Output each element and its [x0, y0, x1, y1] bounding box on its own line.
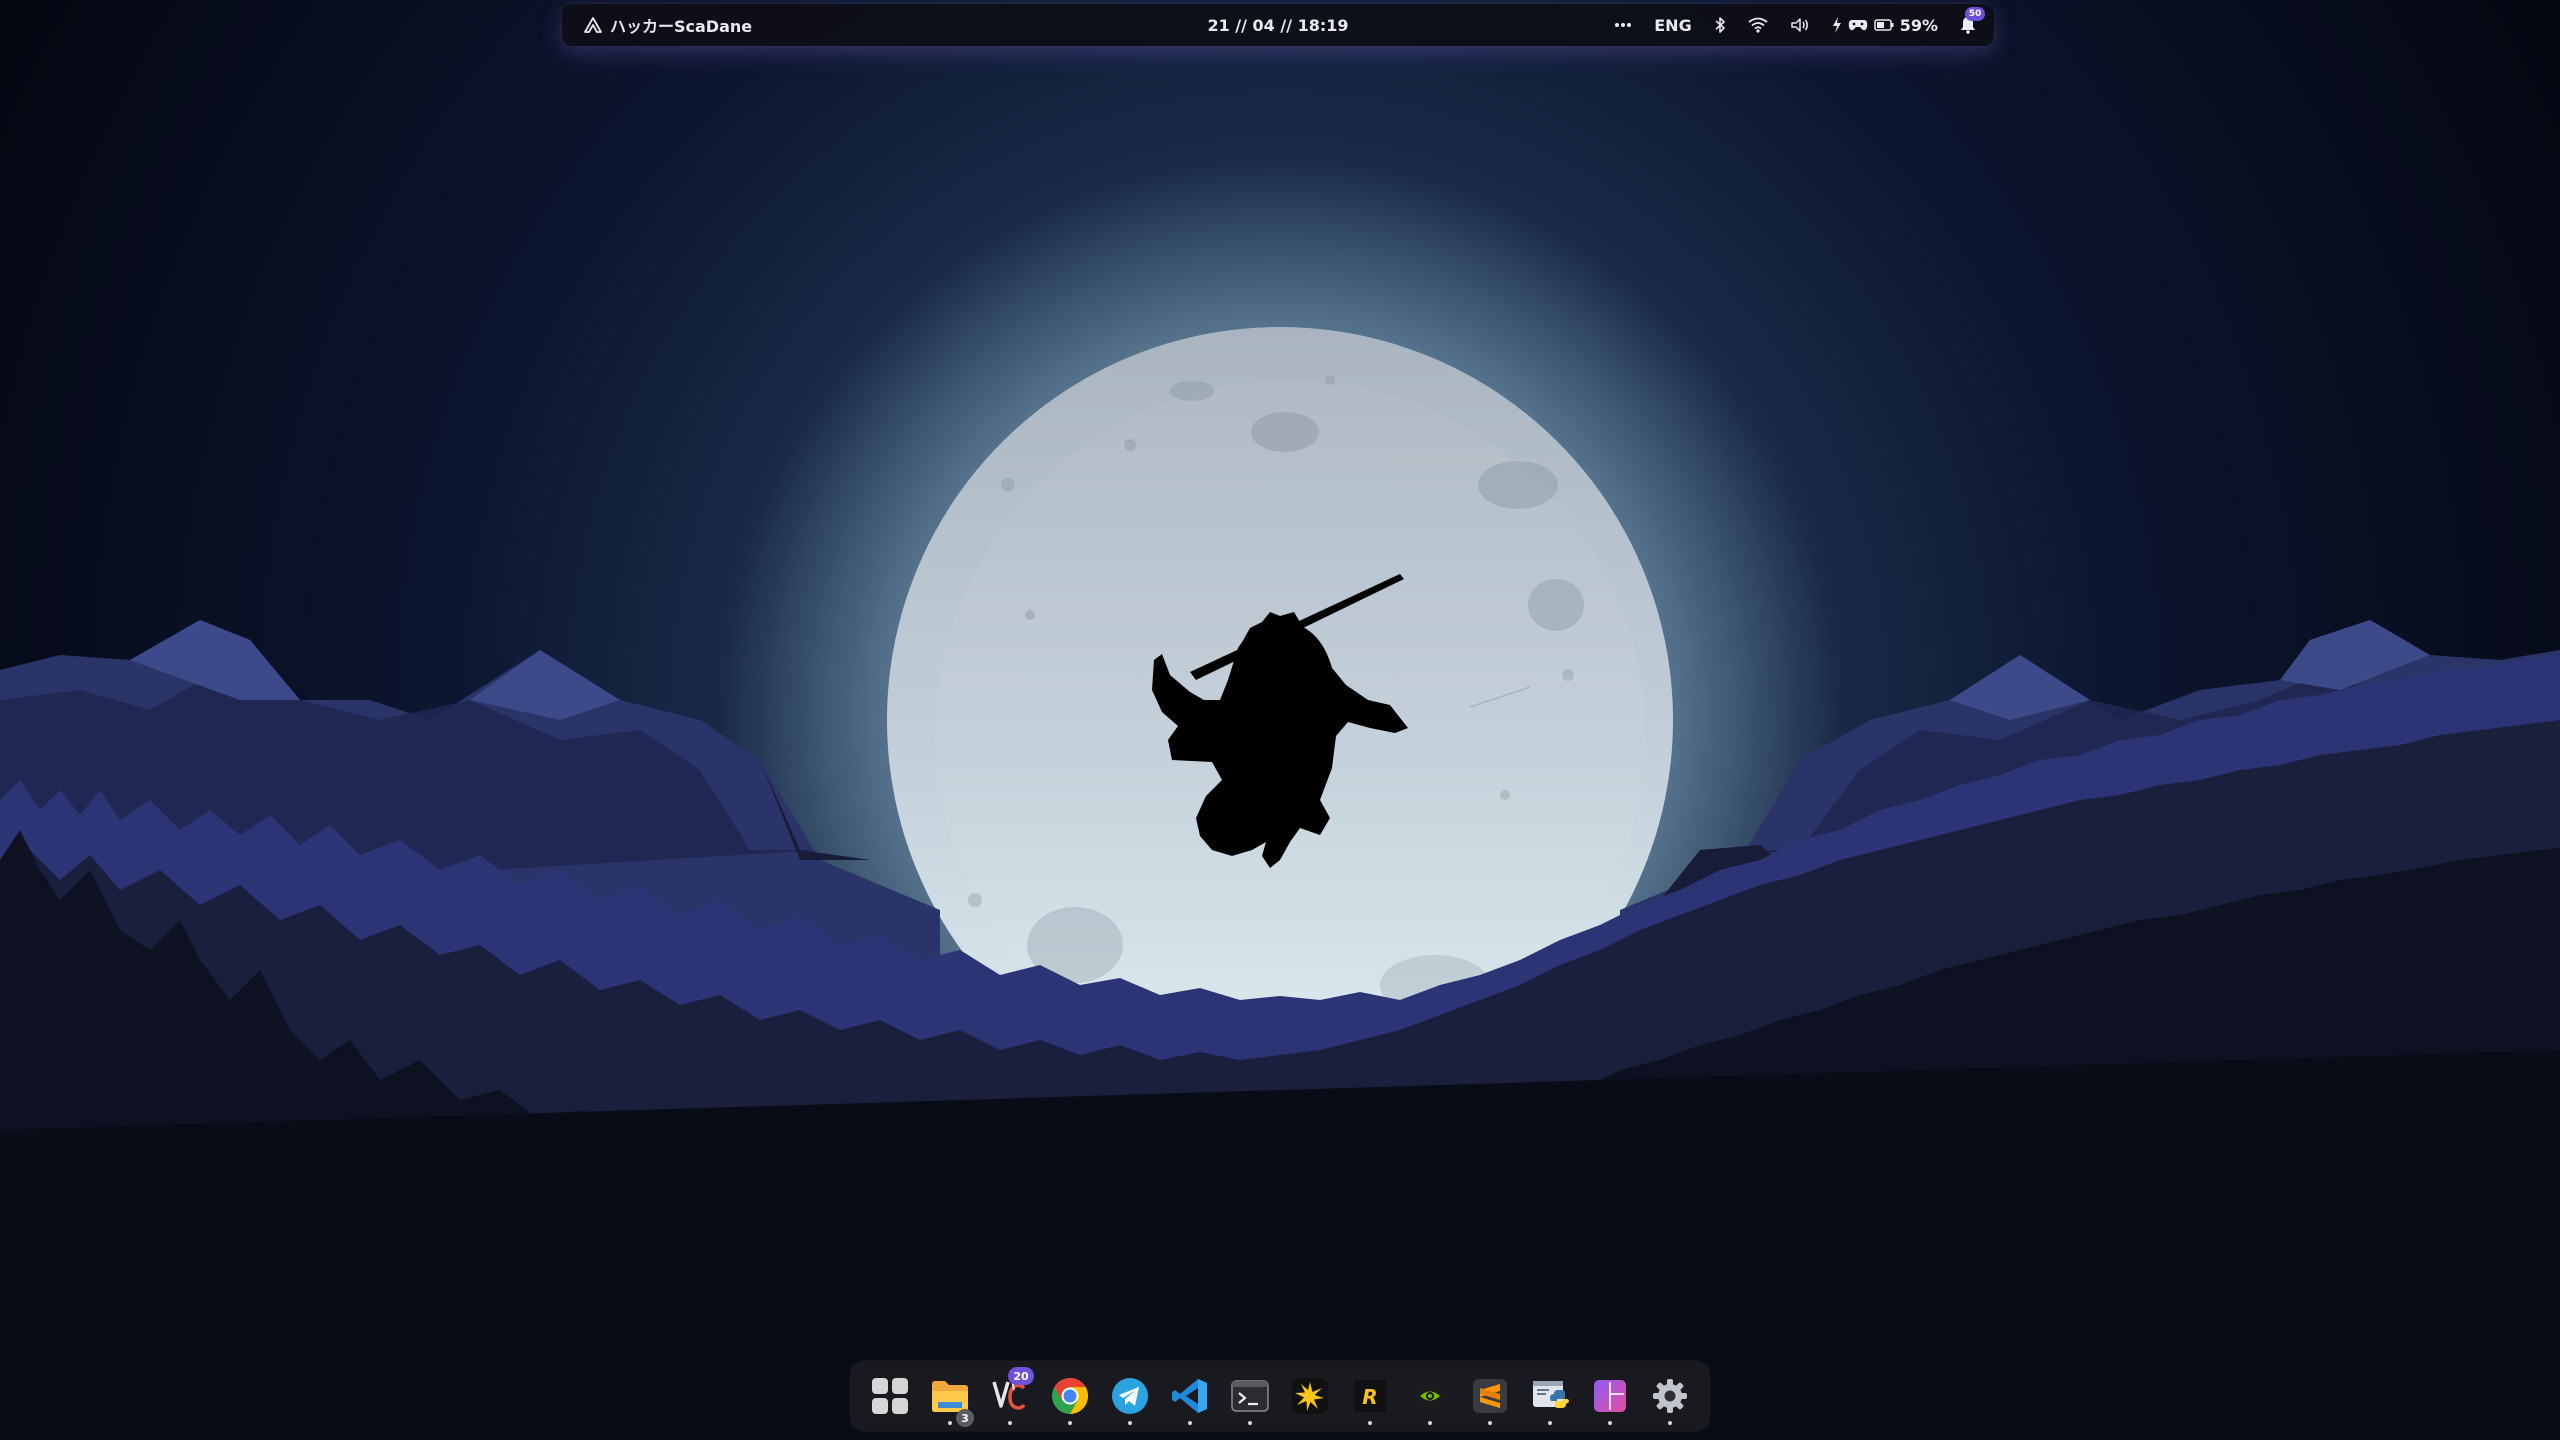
running-indicator — [1008, 1421, 1012, 1425]
wifi-icon[interactable] — [1748, 17, 1768, 33]
battery-percent: 59% — [1899, 15, 1938, 35]
dock-settings[interactable] — [1640, 1361, 1700, 1431]
top-bar: ハッカーScaDane 21 // 04 // 18:19 ENG 59% 50 — [562, 4, 1994, 46]
sublime-icon — [1470, 1376, 1510, 1416]
top-bar-user[interactable]: ハッカーScaDane — [584, 4, 752, 46]
dock-nvidia[interactable] — [1400, 1361, 1460, 1431]
more-icon[interactable] — [1614, 22, 1632, 28]
dock-vscode[interactable] — [1160, 1361, 1220, 1431]
dock-chrome[interactable] — [1040, 1361, 1100, 1431]
power-status[interactable]: 59% — [1832, 16, 1938, 35]
python-icon — [1530, 1376, 1570, 1416]
running-indicator — [948, 1421, 952, 1425]
running-indicator — [1548, 1421, 1552, 1425]
vc-notification-badge: 20 — [1008, 1367, 1034, 1385]
sparkle-icon — [1290, 1376, 1330, 1416]
files-window-count: 3 — [956, 1409, 974, 1427]
chrome-icon — [1050, 1376, 1090, 1416]
dock-tiling[interactable] — [1580, 1361, 1640, 1431]
user-label: ハッカーScaDane — [610, 17, 753, 36]
dock-terminal[interactable] — [1220, 1361, 1280, 1431]
running-indicator — [1668, 1421, 1672, 1425]
dock-rider[interactable]: R — [1340, 1361, 1400, 1431]
dock-telegram[interactable] — [1100, 1361, 1160, 1431]
vscode-icon — [1170, 1376, 1210, 1416]
desktop: ハッカーScaDane 21 // 04 // 18:19 ENG 59% 50… — [0, 0, 2560, 1440]
app-grid-icon — [869, 1375, 911, 1417]
dock-files[interactable]: 3 — [920, 1361, 980, 1431]
dock-sparkle[interactable] — [1280, 1361, 1340, 1431]
dock-app-grid[interactable] — [860, 1361, 920, 1431]
terminal-icon — [1230, 1378, 1270, 1414]
language-indicator[interactable]: ENG — [1654, 16, 1691, 35]
dock-python[interactable] — [1520, 1361, 1580, 1431]
running-indicator — [1188, 1421, 1192, 1425]
dock: 3 20 R — [850, 1361, 1710, 1431]
volume-icon[interactable] — [1790, 17, 1810, 33]
dock-vc[interactable]: 20 — [980, 1361, 1040, 1431]
svg-text:R: R — [1362, 1385, 1377, 1409]
running-indicator — [1488, 1421, 1492, 1425]
notification-count-badge: 50 — [1965, 7, 1985, 21]
running-indicator — [1128, 1421, 1132, 1425]
bluetooth-icon[interactable] — [1714, 16, 1726, 34]
telegram-icon — [1110, 1376, 1150, 1416]
nvidia-icon — [1410, 1376, 1450, 1416]
gear-icon — [1650, 1376, 1690, 1416]
gamepad-icon — [1848, 18, 1868, 32]
tiling-icon — [1590, 1376, 1630, 1416]
running-indicator — [1608, 1421, 1612, 1425]
running-indicator — [1248, 1421, 1252, 1425]
wallpaper — [0, 0, 2560, 1440]
rider-icon: R — [1350, 1376, 1390, 1416]
running-indicator — [1368, 1421, 1372, 1425]
running-indicator — [1068, 1421, 1072, 1425]
notifications-bell-icon[interactable]: 50 — [1960, 7, 1985, 34]
charging-bolt-icon — [1832, 17, 1842, 33]
battery-icon — [1873, 19, 1894, 31]
running-indicator — [1428, 1421, 1432, 1425]
clock[interactable]: 21 // 04 // 18:19 — [1207, 16, 1348, 35]
arch-logo-icon — [584, 17, 602, 33]
dock-sublime[interactable] — [1460, 1361, 1520, 1431]
